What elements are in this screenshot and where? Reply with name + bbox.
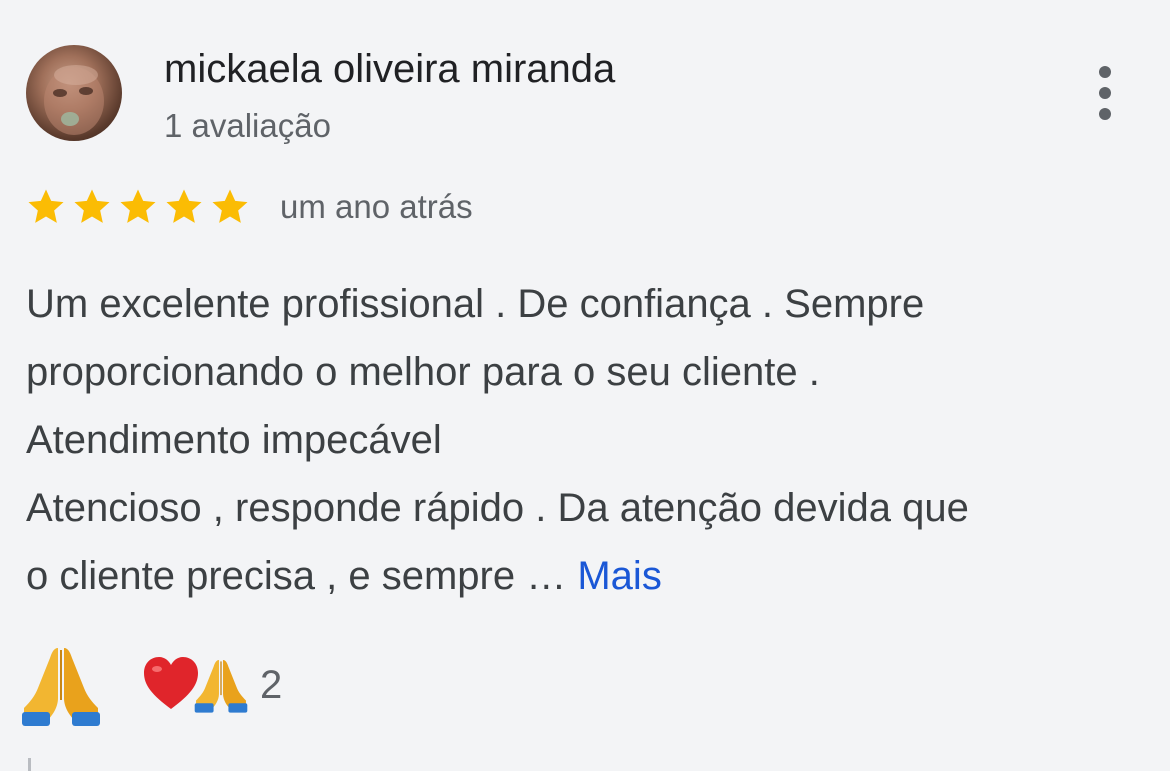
star-icon [74, 189, 110, 223]
star-icon [212, 189, 248, 223]
star-icon [28, 189, 64, 223]
review-text-line: Atendimento impecável [26, 418, 442, 462]
star-rating [26, 187, 256, 227]
folded-hands-icon [192, 653, 250, 717]
reaction-count: 2 [260, 662, 283, 707]
reviewer-name[interactable]: mickaela oliveira miranda [164, 44, 615, 94]
more-link[interactable]: Mais [577, 554, 661, 598]
review-text: Um excelente profissional . De confiança… [26, 270, 1156, 610]
divider [28, 758, 31, 771]
star-icon [166, 189, 202, 223]
reaction-summary[interactable]: 2 [142, 653, 282, 717]
review-card: mickaela oliveira miranda 1 avaliação um… [0, 0, 1170, 771]
review-text-last-line: o cliente precisa , e sempre … Mais [26, 542, 1156, 610]
star-icon [120, 189, 156, 223]
folded-hands-icon[interactable] [18, 642, 104, 728]
review-text-line: proporcionando o melhor para o seu clien… [26, 350, 820, 394]
more-vert-icon[interactable] [1085, 60, 1125, 130]
review-text-line: Atencioso , responde rápido . Da atenção… [26, 486, 969, 530]
review-date: um ano atrás [280, 188, 473, 225]
avatar[interactable] [26, 45, 122, 141]
reviewer-review-count: 1 avaliação [164, 107, 331, 144]
review-text-line: Um excelente profissional . De confiança… [26, 282, 925, 326]
rating-row: um ano atrás [26, 182, 473, 232]
reactions-row: 2 [18, 640, 282, 730]
review-text-truncated: o cliente precisa , e sempre … [26, 554, 578, 598]
